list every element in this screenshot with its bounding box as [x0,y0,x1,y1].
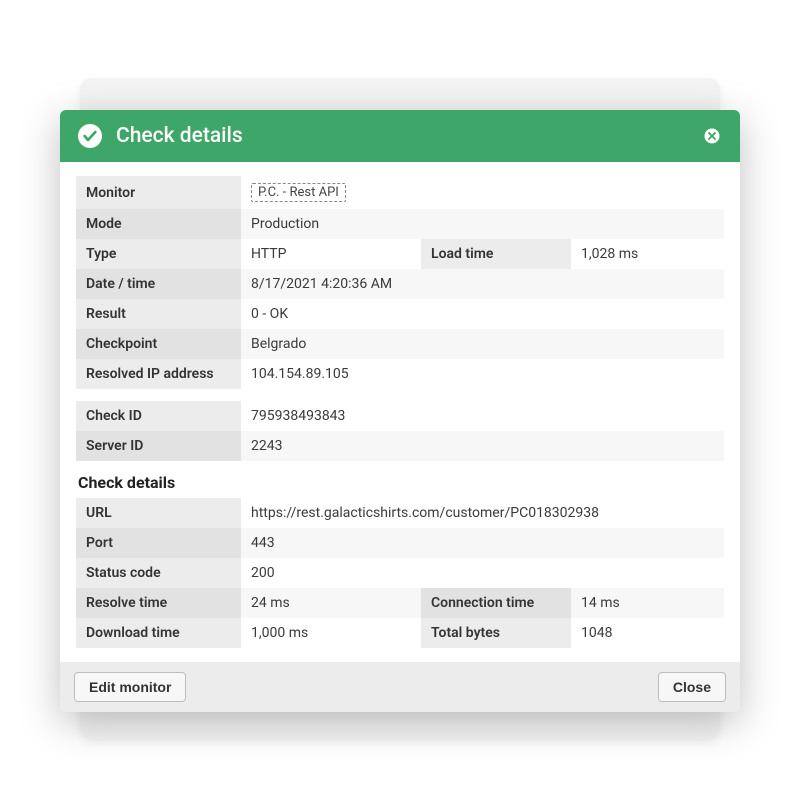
label-download-time: Download time [76,618,241,648]
row-server-id: Server ID 2243 [76,431,724,461]
value-load-time: 1,028 ms [571,239,724,269]
value-checkpoint: Belgrado [241,329,724,359]
row-port: Port 443 [76,528,724,558]
value-connection-time: 14 ms [571,588,724,618]
value-resolve-time: 24 ms [241,588,421,618]
label-port: Port [76,528,241,558]
value-server-id: 2243 [241,431,724,461]
ids-table: Check ID 795938493843 Server ID 2243 [76,401,724,461]
modal-body: Monitor P.C. - Rest API Mode Production … [60,162,740,662]
value-type: HTTP [241,239,421,269]
check-details-modal: Check details Monitor P.C. - Rest API Mo… [60,110,740,712]
label-datetime: Date / time [76,269,241,299]
value-result: 0 - OK [241,299,724,329]
general-info-table: Monitor P.C. - Rest API Mode Production … [76,176,724,389]
value-mode: Production [241,209,724,239]
value-total-bytes: 1048 [571,618,724,648]
row-mode: Mode Production [76,209,724,239]
edit-monitor-button[interactable]: Edit monitor [74,672,186,702]
close-icon[interactable] [702,126,722,146]
label-connection-time: Connection time [421,588,571,618]
check-details-table: URL https://rest.galacticshirts.com/cust… [76,498,724,648]
row-monitor: Monitor P.C. - Rest API [76,176,724,209]
modal-header: Check details [60,110,740,162]
label-resolved-ip: Resolved IP address [76,359,241,389]
label-load-time: Load time [421,239,571,269]
label-result: Result [76,299,241,329]
close-button[interactable]: Close [658,672,726,702]
row-download-time: Download time 1,000 ms Total bytes 1048 [76,618,724,648]
label-server-id: Server ID [76,431,241,461]
label-check-id: Check ID [76,401,241,431]
value-url: https://rest.galacticshirts.com/customer… [241,498,724,528]
row-url: URL https://rest.galacticshirts.com/cust… [76,498,724,528]
value-download-time: 1,000 ms [241,618,421,648]
row-check-id: Check ID 795938493843 [76,401,724,431]
value-resolved-ip: 104.154.89.105 [241,359,724,389]
row-resolved-ip: Resolved IP address 104.154.89.105 [76,359,724,389]
monitor-link[interactable]: P.C. - Rest API [251,183,346,202]
label-total-bytes: Total bytes [421,618,571,648]
value-check-id: 795938493843 [241,401,724,431]
row-status-code: Status code 200 [76,558,724,588]
row-datetime: Date / time 8/17/2021 4:20:36 AM [76,269,724,299]
label-resolve-time: Resolve time [76,588,241,618]
check-circle-icon [78,124,102,148]
label-checkpoint: Checkpoint [76,329,241,359]
value-status-code: 200 [241,558,724,588]
label-mode: Mode [76,209,241,239]
check-details-heading: Check details [78,473,724,492]
row-type: Type HTTP Load time 1,028 ms [76,239,724,269]
value-datetime: 8/17/2021 4:20:36 AM [241,269,724,299]
label-status-code: Status code [76,558,241,588]
modal-footer: Edit monitor Close [60,662,740,712]
modal-title: Check details [116,124,702,148]
label-type: Type [76,239,241,269]
row-result: Result 0 - OK [76,299,724,329]
row-checkpoint: Checkpoint Belgrado [76,329,724,359]
row-resolve-time: Resolve time 24 ms Connection time 14 ms [76,588,724,618]
label-url: URL [76,498,241,528]
value-port: 443 [241,528,724,558]
label-monitor: Monitor [76,176,241,209]
